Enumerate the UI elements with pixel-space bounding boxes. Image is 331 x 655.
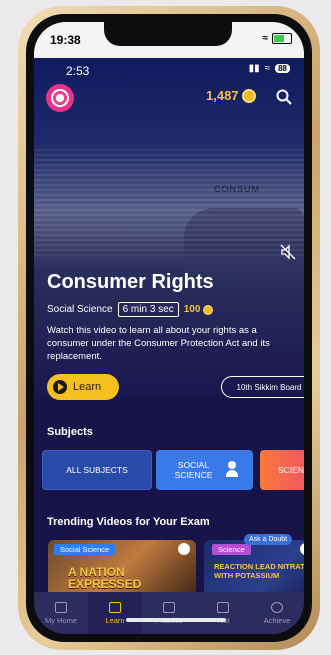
video-description: Watch this video to learn all about your… bbox=[47, 325, 270, 362]
nav-label: Achieve bbox=[263, 615, 291, 625]
bottom-nav: My Home Learn Practice Test Achieve bbox=[34, 592, 304, 634]
app-logo-icon bbox=[178, 543, 190, 555]
subjects-heading: Subjects bbox=[47, 426, 93, 438]
mute-icon[interactable] bbox=[280, 244, 296, 260]
subject-label: Social Science bbox=[47, 304, 113, 315]
card-caption: REACTION LEAD NITRATE WITH POTASSIUM bbox=[214, 562, 304, 580]
learn-button[interactable]: Learn bbox=[47, 374, 119, 400]
subject-chip-social-science[interactable]: SOCIAL SCIENCE bbox=[156, 450, 253, 490]
subject-chip-science[interactable]: SCIENCE bbox=[260, 450, 304, 490]
home-icon bbox=[55, 601, 67, 613]
subject-chip-all[interactable]: ALL SUBJECTS bbox=[42, 450, 152, 490]
nav-item-achieve[interactable]: Achieve bbox=[250, 592, 304, 634]
video-overlay-text: CONSUM bbox=[214, 184, 260, 194]
app-logo-icon[interactable] bbox=[46, 84, 74, 112]
trending-video-card[interactable]: Social Science A NATION EXPRESSED bbox=[48, 540, 196, 600]
home-indicator[interactable] bbox=[126, 618, 226, 622]
nav-item-practice[interactable]: Practice bbox=[142, 592, 196, 634]
people-icon bbox=[225, 460, 246, 480]
outer-time: 19:38 bbox=[50, 33, 81, 47]
video-title: Consumer Rights bbox=[47, 271, 214, 293]
trending-video-card[interactable]: Science REACTION LEAD NITRATE WITH POTAS… bbox=[204, 540, 304, 600]
card-subject-tag: Social Science bbox=[54, 544, 116, 555]
practice-icon bbox=[163, 601, 175, 613]
wifi-icon: ≈ bbox=[264, 63, 271, 74]
app-status-icons: ▮▮ ≈ 88 bbox=[249, 63, 290, 74]
chip-label: ALL SUBJECTS bbox=[66, 465, 128, 475]
outer-status-icons: ≈ bbox=[262, 33, 292, 44]
card-caption: A NATION EXPRESSED bbox=[68, 565, 142, 591]
points-value: 100 bbox=[183, 304, 201, 315]
nav-label: My Home bbox=[44, 615, 78, 625]
nav-item-test[interactable]: Test bbox=[196, 592, 250, 634]
learn-button-label: Learn bbox=[73, 381, 102, 393]
play-icon bbox=[53, 380, 67, 394]
battery-icon bbox=[272, 33, 292, 44]
notch bbox=[104, 22, 232, 46]
trending-heading: Trending Videos for Your Exam bbox=[47, 516, 210, 528]
app-logo-icon bbox=[300, 543, 304, 555]
coin-count: 1,487 bbox=[206, 88, 239, 103]
app-screen: CONSUM 2:53 ▮▮ ≈ 88 1,487 Consumer Right… bbox=[34, 58, 304, 634]
nav-item-learn[interactable]: Learn bbox=[88, 592, 142, 634]
points-badge: 100 bbox=[184, 304, 214, 315]
outer-status-bar: 19:38 ≈ bbox=[34, 22, 304, 58]
nav-item-my-home[interactable]: My Home bbox=[34, 592, 88, 634]
signal-icon: ▮▮ bbox=[248, 63, 260, 74]
card-subject-tag: Science bbox=[212, 544, 251, 555]
app-status-time: 2:53 bbox=[66, 64, 90, 78]
coin-icon bbox=[241, 88, 256, 103]
test-icon bbox=[217, 601, 229, 613]
video-meta: Social Science 6 min 3 sec 100 bbox=[47, 302, 214, 317]
coin-balance[interactable]: 1,487 bbox=[206, 88, 256, 103]
ask-doubt-button[interactable]: Ask a Doubt bbox=[244, 534, 293, 545]
achieve-icon bbox=[271, 601, 283, 613]
chip-label: SOCIAL SCIENCE bbox=[174, 460, 213, 480]
chip-label: SCIENCE bbox=[278, 465, 304, 475]
battery-icon: 88 bbox=[275, 64, 290, 73]
learn-icon bbox=[109, 601, 121, 613]
board-selector[interactable]: 10th Sikkim Board bbox=[221, 376, 304, 398]
phone-screen: 19:38 ≈ CONSUM 2:53 ▮▮ ≈ 88 1,487 Consum… bbox=[34, 22, 304, 634]
duration-badge: 6 min 3 sec bbox=[117, 302, 179, 317]
coin-icon bbox=[203, 304, 214, 315]
nav-label: Learn bbox=[105, 615, 125, 625]
search-icon[interactable] bbox=[276, 89, 292, 105]
wifi-icon: ≈ bbox=[262, 33, 269, 44]
